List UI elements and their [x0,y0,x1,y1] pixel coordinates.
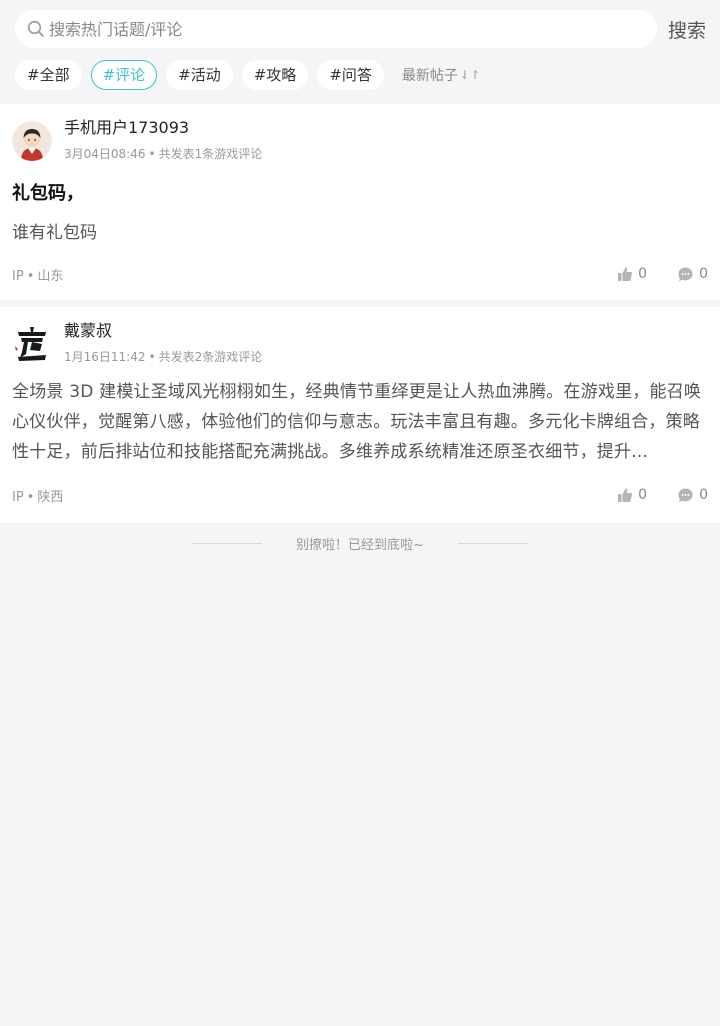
separator-dot: • [148,350,156,364]
ip-location: IP • 山东 [12,265,63,284]
ip-label: IP [12,489,24,505]
divider [457,542,528,544]
search-row: 搜索 [0,10,720,48]
post-actions: 0 0 [617,266,708,283]
sort-toggle[interactable]: 最新帖子 ⇃↾ [402,65,480,85]
ip-label: IP [12,268,24,284]
thumbs-up-icon [618,267,633,281]
post-subline: 1月16日11:42 • 共发表2条游戏评论 [64,349,262,365]
post-body: 谁有礼包码 [12,223,97,243]
post-card[interactable]: 戴蒙叔 1月16日11:42 • 共发表2条游戏评论 全场景 3D 建模让圣域风光栩… [0,307,720,523]
divider [192,542,263,544]
top-area: 搜索 #全部 #评论 #活动 #攻略 #问答 最新帖子 ⇃↾ [0,0,720,104]
post-footer: IP • 山东 0 0 [12,248,708,300]
tag-all[interactable]: #全部 [15,60,82,90]
tag-guides[interactable]: #攻略 [241,60,309,90]
comment-button[interactable]: 0 [677,487,708,504]
tag-events[interactable]: #活动 [166,60,233,90]
post-count: 共发表1条游戏评论 [158,147,263,161]
filter-tags: #全部 #评论 #活动 #攻略 #问答 最新帖子 ⇃↾ [0,59,720,91]
thumbs-up-icon [618,488,633,502]
username[interactable]: 手机用户173093 [64,118,262,138]
sort-label: 最新帖子 [401,68,458,84]
comment-count: 0 [699,487,708,503]
like-button[interactable]: 0 [617,487,647,503]
separator-dot: • [26,489,35,505]
post-date: 3月04日08:46 [64,147,146,161]
like-count: 0 [638,266,648,282]
sort-arrows-icon: ⇃↾ [459,68,480,82]
like-button[interactable]: 0 [617,266,647,282]
comment-button[interactable]: 0 [677,266,708,283]
search-icon [27,20,45,38]
post-actions: 0 0 [617,487,708,504]
separator-dot: • [26,268,35,284]
post-header: 戴蒙叔 1月16日11:42 • 共发表2条游戏评论 [12,321,708,377]
post-meta: 手机用户173093 3月04日08:46 • 共发表1条游戏评论 [64,118,262,162]
post-date: 1月16日11:42 [64,350,146,364]
username[interactable]: 戴蒙叔 [64,321,262,341]
post-header: 手机用户173093 3月04日08:46 • 共发表1条游戏评论 [12,118,708,174]
post-subline: 3月04日08:46 • 共发表1条游戏评论 [64,146,262,162]
comment-bubble-icon [678,488,693,502]
tag-reviews[interactable]: #评论 [90,60,158,90]
avatar[interactable] [12,324,52,364]
end-of-list-text: 别撩啦！已经到底啦~ [296,537,424,553]
search-button[interactable]: 搜索 [668,16,706,43]
like-count: 0 [638,487,648,503]
ip-region: 陕西 [37,489,64,505]
ip-region: 山东 [37,268,64,284]
post-meta: 戴蒙叔 1月16日11:42 • 共发表2条游戏评论 [64,321,262,365]
end-of-list: 别撩啦！已经到底啦~ [0,523,720,563]
post-card[interactable]: 手机用户173093 3月04日08:46 • 共发表1条游戏评论 礼包码， 谁有礼… [0,104,720,300]
post-body: 全场景 3D 建模让圣域风光栩栩如生，经典情节重绎更是让人热血沸腾。在游戏里，能… [12,382,702,462]
post-footer: IP • 陕西 0 0 [12,467,708,523]
comment-bubble-icon [678,267,693,281]
comment-count: 0 [699,266,708,282]
tag-qa[interactable]: #问答 [317,60,384,90]
search-input[interactable] [49,19,609,39]
separator-dot: • [148,147,156,161]
post-title: 礼包码， [12,183,84,204]
ip-location: IP • 陕西 [12,486,63,505]
search-box[interactable] [15,10,657,48]
post-count: 共发表2条游戏评论 [158,350,263,364]
avatar[interactable] [12,121,52,161]
